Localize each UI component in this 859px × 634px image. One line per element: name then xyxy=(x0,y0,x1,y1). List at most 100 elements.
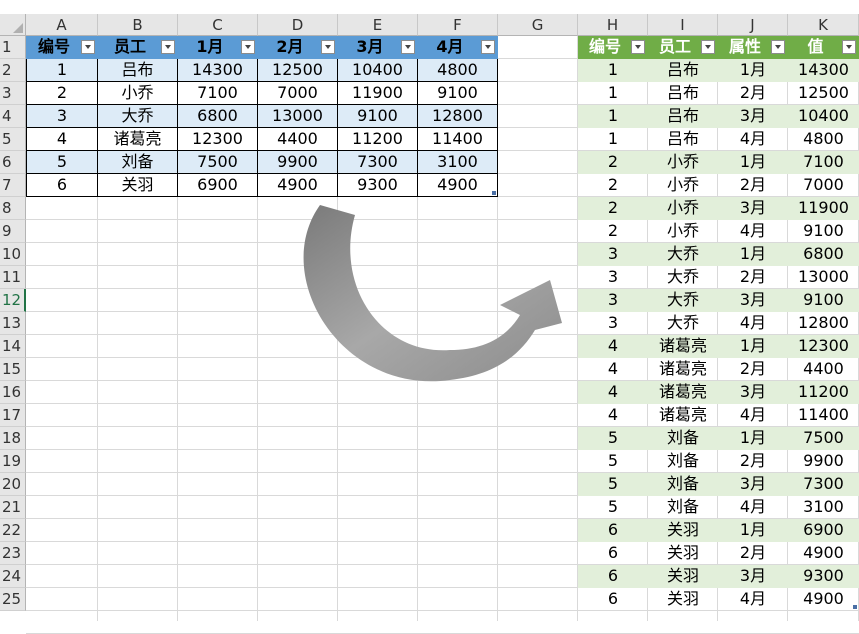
source-table-cell[interactable]: 14300 xyxy=(178,59,258,82)
row-header-4[interactable]: 4 xyxy=(0,105,26,128)
unpivot-table-cell[interactable]: 11900 xyxy=(788,197,859,220)
unpivot-table-cell[interactable]: 14300 xyxy=(788,59,859,82)
unpivot-table-cell[interactable]: 2月 xyxy=(718,82,788,105)
unpivot-table-cell[interactable]: 刘备 xyxy=(648,473,718,496)
column-header-a[interactable]: A xyxy=(26,14,98,36)
row-header-21[interactable]: 21 xyxy=(0,496,26,519)
unpivot-table-cell[interactable]: 吕布 xyxy=(648,59,718,82)
row-header-8[interactable]: 8 xyxy=(0,197,26,220)
unpivot-table-cell[interactable]: 5 xyxy=(578,450,648,473)
unpivot-table-cell[interactable]: 2 xyxy=(578,151,648,174)
unpivot-table-cell[interactable]: 吕布 xyxy=(648,128,718,151)
unpivot-table-cell[interactable]: 4月 xyxy=(718,404,788,427)
row-header-22[interactable]: 22 xyxy=(0,519,26,542)
unpivot-table-cell[interactable]: 诸葛亮 xyxy=(648,358,718,381)
row-header-19[interactable]: 19 xyxy=(0,450,26,473)
source-table-cell[interactable]: 3100 xyxy=(418,151,498,174)
filter-dropdown-icon[interactable] xyxy=(241,40,255,54)
source-table-cell[interactable]: 4400 xyxy=(258,128,338,151)
source-table-cell[interactable]: 11900 xyxy=(338,82,418,105)
unpivot-table-cell[interactable]: 9300 xyxy=(788,565,859,588)
unpivot-table-cell[interactable]: 3月 xyxy=(718,289,788,312)
unpivot-table-cell[interactable]: 小乔 xyxy=(648,197,718,220)
unpivot-table-cell[interactable]: 2 xyxy=(578,220,648,243)
source-table-cell[interactable]: 4800 xyxy=(418,59,498,82)
unpivot-table-cell[interactable]: 6800 xyxy=(788,243,859,266)
unpivot-table-cell[interactable]: 大乔 xyxy=(648,312,718,335)
row-header-6[interactable]: 6 xyxy=(0,151,26,174)
unpivot-table-cell[interactable]: 4400 xyxy=(788,358,859,381)
column-header-h[interactable]: H xyxy=(578,14,648,36)
table-resize-handle[interactable] xyxy=(853,605,857,609)
unpivot-table-cell[interactable]: 3月 xyxy=(718,381,788,404)
unpivot-table-cell[interactable]: 4月 xyxy=(718,496,788,519)
unpivot-table-cell[interactable]: 7100 xyxy=(788,151,859,174)
unpivot-table-cell[interactable]: 1月 xyxy=(718,519,788,542)
filter-dropdown-icon[interactable] xyxy=(321,40,335,54)
unpivot-table-cell[interactable]: 5 xyxy=(578,473,648,496)
filter-dropdown-icon[interactable] xyxy=(701,40,715,54)
unpivot-table-cell[interactable]: 4月 xyxy=(718,220,788,243)
unpivot-table-cell[interactable]: 4月 xyxy=(718,128,788,151)
source-table-cell[interactable]: 9100 xyxy=(418,82,498,105)
source-table-cell[interactable]: 13000 xyxy=(258,105,338,128)
source-table-cell[interactable]: 吕布 xyxy=(98,59,178,82)
unpivot-table-cell[interactable]: 6 xyxy=(578,565,648,588)
unpivot-table-cell[interactable]: 12500 xyxy=(788,82,859,105)
column-header-e[interactable]: E xyxy=(338,14,418,36)
row-header-10[interactable]: 10 xyxy=(0,243,26,266)
unpivot-table-cell[interactable]: 诸葛亮 xyxy=(648,335,718,358)
unpivot-table-cell[interactable]: 13000 xyxy=(788,266,859,289)
filter-dropdown-icon[interactable] xyxy=(771,40,785,54)
row-header-18[interactable]: 18 xyxy=(0,427,26,450)
unpivot-table-cell[interactable]: 关羽 xyxy=(648,519,718,542)
unpivot-table-cell[interactable]: 12300 xyxy=(788,335,859,358)
source-table-cell[interactable]: 7500 xyxy=(178,151,258,174)
source-table-cell[interactable]: 11400 xyxy=(418,128,498,151)
unpivot-table-cell[interactable]: 12800 xyxy=(788,312,859,335)
unpivot-table-cell[interactable]: 7000 xyxy=(788,174,859,197)
filter-dropdown-icon[interactable] xyxy=(161,40,175,54)
row-header-20[interactable]: 20 xyxy=(0,473,26,496)
source-table-cell[interactable]: 诸葛亮 xyxy=(98,128,178,151)
source-table-cell[interactable]: 11200 xyxy=(338,128,418,151)
unpivot-table-cell[interactable]: 1月 xyxy=(718,59,788,82)
unpivot-table-cell[interactable]: 2 xyxy=(578,197,648,220)
filter-dropdown-icon[interactable] xyxy=(401,40,415,54)
unpivot-table-cell[interactable]: 1月 xyxy=(718,427,788,450)
unpivot-table-cell[interactable]: 9100 xyxy=(788,289,859,312)
filter-dropdown-icon[interactable] xyxy=(842,40,856,54)
source-table-cell[interactable]: 12300 xyxy=(178,128,258,151)
row-header-23[interactable]: 23 xyxy=(0,542,26,565)
unpivot-table-cell[interactable]: 4 xyxy=(578,335,648,358)
column-header-b[interactable]: B xyxy=(98,14,178,36)
row-header-15[interactable]: 15 xyxy=(0,358,26,381)
unpivot-table-cell[interactable]: 2 xyxy=(578,174,648,197)
unpivot-table-cell[interactable]: 5 xyxy=(578,496,648,519)
source-table-cell[interactable]: 4900 xyxy=(418,174,498,197)
source-table-cell[interactable]: 大乔 xyxy=(98,105,178,128)
source-table-cell[interactable]: 7100 xyxy=(178,82,258,105)
unpivot-table-cell[interactable]: 小乔 xyxy=(648,174,718,197)
column-header-j[interactable]: J xyxy=(718,14,788,36)
unpivot-table-cell[interactable]: 吕布 xyxy=(648,105,718,128)
unpivot-table-cell[interactable]: 关羽 xyxy=(648,542,718,565)
column-header-g[interactable]: G xyxy=(498,14,578,36)
source-table-cell[interactable]: 3 xyxy=(26,105,98,128)
source-table-cell[interactable]: 9300 xyxy=(338,174,418,197)
unpivot-table-cell[interactable]: 6 xyxy=(578,588,648,611)
column-header-c[interactable]: C xyxy=(178,14,258,36)
unpivot-table-cell[interactable]: 6 xyxy=(578,542,648,565)
row-header-2[interactable]: 2 xyxy=(0,59,26,82)
row-header-25[interactable]: 25 xyxy=(0,588,26,611)
unpivot-table-cell[interactable]: 3100 xyxy=(788,496,859,519)
row-header-11[interactable]: 11 xyxy=(0,266,26,289)
row-header-14[interactable]: 14 xyxy=(0,335,26,358)
source-table-cell[interactable]: 9900 xyxy=(258,151,338,174)
unpivot-table-cell[interactable]: 关羽 xyxy=(648,565,718,588)
source-table-cell[interactable]: 9100 xyxy=(338,105,418,128)
unpivot-table-cell[interactable]: 小乔 xyxy=(648,151,718,174)
unpivot-table-cell[interactable]: 3 xyxy=(578,243,648,266)
unpivot-table-cell[interactable]: 3 xyxy=(578,289,648,312)
row-header-17[interactable]: 17 xyxy=(0,404,26,427)
